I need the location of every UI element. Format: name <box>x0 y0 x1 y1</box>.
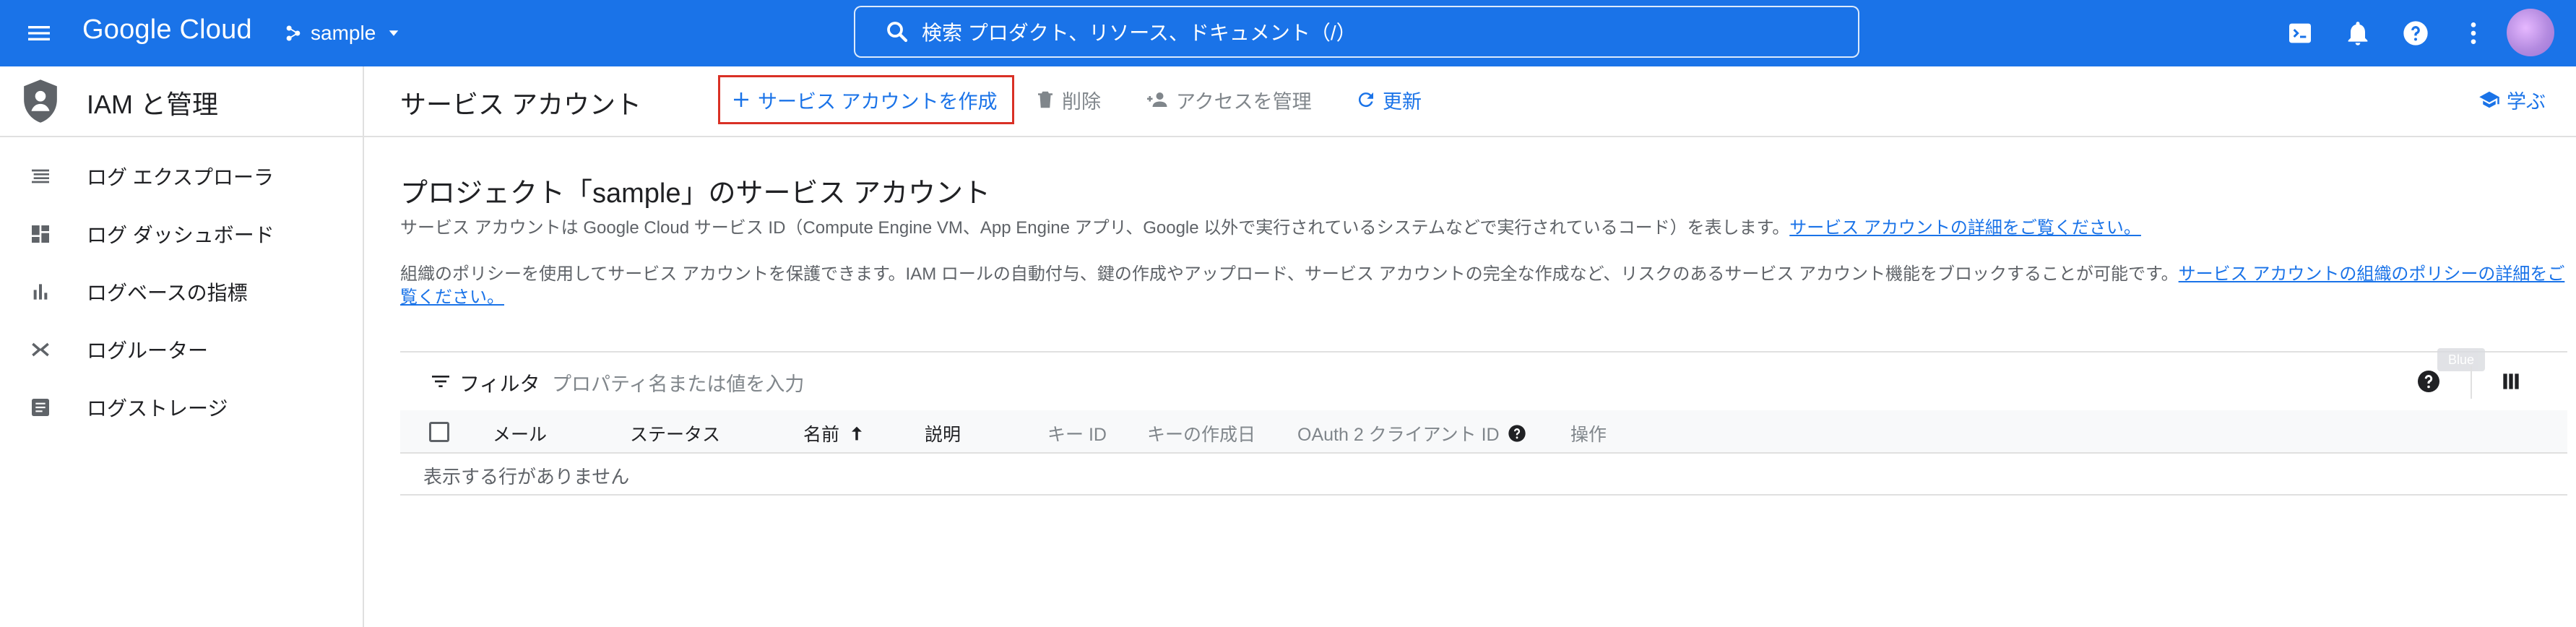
help-icon[interactable] <box>2401 19 2430 48</box>
sidebar-item-label: ログ エクスプローラ <box>87 166 274 189</box>
sidebar-item-label: ログルーター <box>87 340 209 362</box>
column-oauth-client-id: OAuth 2 クライアント ID <box>1297 420 1527 446</box>
sidebar-header: IAM と管理 <box>0 66 363 137</box>
refresh-icon <box>1358 92 1373 108</box>
router-icon <box>32 342 49 357</box>
project-selector[interactable]: sample <box>283 19 405 48</box>
refresh-label: 更新 <box>1383 90 1422 113</box>
create-label: サービス アカウントを作成 <box>758 90 998 113</box>
service-account-details-link[interactable]: サービス アカウントの詳細をご覧ください。 <box>1789 218 2141 238</box>
sidebar-item-label: ログベースの指標 <box>87 282 248 304</box>
column-key-id: キー ID <box>1047 425 1107 445</box>
description-1-text: サービス アカウントは Google Cloud サービス ID（Compute… <box>400 218 1790 238</box>
help-icon[interactable] <box>1507 423 1527 444</box>
filter-input[interactable]: プロパティ名または値を入力 <box>552 368 804 397</box>
project-icon <box>286 25 301 41</box>
search-icon <box>887 22 908 43</box>
page-header: サービス アカウント サービス アカウントを作成 削除 アクセスを管理 更新 学… <box>364 66 2576 137</box>
filter-label: フィルタ <box>459 373 540 395</box>
sidebar-item-label: ログストレージ <box>87 397 228 420</box>
list-icon <box>32 169 49 183</box>
sidebar: IAM と管理 ログ エクスプローラ ログ ダッシュボード ログベースの指標 ロ… <box>0 66 364 627</box>
top-bar: Google Cloud sample 検索 プロダクト、リソース、ドキュメント… <box>0 0 2576 66</box>
sidebar-item-log-dashboard[interactable]: ログ ダッシュボード <box>0 208 361 260</box>
learn-label: 学ぶ <box>2507 90 2546 113</box>
column-actions: 操作 <box>1570 425 1607 445</box>
select-all-checkbox[interactable] <box>429 422 449 442</box>
filter-icon[interactable] <box>429 370 452 393</box>
tooltip: Blue <box>2437 348 2485 371</box>
column-status[interactable]: ステータス <box>630 420 720 446</box>
column-description[interactable]: 説明 <box>925 420 961 446</box>
table-header: メール ステータス 名前 説明 キー ID キーの作成日 OAuth 2 クライ… <box>400 410 2567 454</box>
chevron-down-icon <box>389 30 399 36</box>
sidebar-item-log-explorer[interactable]: ログ エクスプローラ <box>0 150 361 202</box>
column-email[interactable]: メール <box>493 420 547 446</box>
more-vert-icon[interactable] <box>2459 19 2488 48</box>
section-title: プロジェクト「sample」のサービス アカウント <box>400 178 991 209</box>
description-2-text: 組織のポリシーを使用してサービス アカウントを保護できます。IAM ロールの自動… <box>400 264 2179 284</box>
delete-label: 削除 <box>1062 90 1101 113</box>
cloud-shell-icon[interactable] <box>2286 19 2314 48</box>
project-name: sample <box>311 22 376 44</box>
service-accounts-table: フィルタ プロパティ名または値を入力 Blue メール ステータス 名前 説明 … <box>400 348 2567 496</box>
shield-icon <box>24 79 57 123</box>
trash-icon <box>1038 91 1053 108</box>
manage-access-button[interactable]: アクセスを管理 <box>1146 75 1312 124</box>
sidebar-item-log-storage[interactable]: ログストレージ <box>0 381 361 433</box>
refresh-button[interactable]: 更新 <box>1355 75 1422 124</box>
description-1: サービス アカウントは Google Cloud サービス ID（Compute… <box>400 217 2567 240</box>
bar-chart-icon <box>33 284 48 300</box>
filter-bar: フィルタ プロパティ名または値を入力 Blue <box>400 348 2567 412</box>
learn-button[interactable]: 学ぶ <box>2478 75 2546 124</box>
empty-message: 表示する行がありません <box>423 466 630 488</box>
sidebar-item-label: ログ ダッシュボード <box>87 224 275 246</box>
column-oauth-label: OAuth 2 クライアント ID <box>1297 425 1500 445</box>
dashboard-icon <box>32 225 49 243</box>
page-title: サービス アカウント <box>400 90 642 119</box>
person-add-icon <box>1147 92 1167 107</box>
create-service-account-button[interactable]: サービス アカウントを作成 <box>718 75 1014 124</box>
add-icon <box>734 92 748 107</box>
manage-access-label: アクセスを管理 <box>1176 90 1312 113</box>
menu-icon[interactable] <box>25 19 53 48</box>
sort-ascending-icon <box>852 426 863 441</box>
divider <box>2471 366 2472 399</box>
sidebar-title: IAM と管理 <box>87 90 219 119</box>
notifications-icon[interactable] <box>2343 19 2372 48</box>
description-2: 組織のポリシーを使用してサービス アカウントを保護できます。IAM ロールの自動… <box>400 263 2567 309</box>
storage-icon <box>32 399 49 416</box>
column-key-created: キーの作成日 <box>1147 425 1256 445</box>
school-icon <box>2479 91 2499 108</box>
main-content: プロジェクト「sample」のサービス アカウント サービス アカウントは Go… <box>364 137 2576 627</box>
search-placeholder: 検索 プロダクト、リソース、ドキュメント（/） <box>922 22 1357 44</box>
column-name-label: 名前 <box>803 425 840 445</box>
column-name[interactable]: 名前 <box>803 420 867 446</box>
sidebar-item-log-router[interactable]: ログルーター <box>0 324 361 376</box>
avatar[interactable] <box>2507 9 2554 56</box>
table-row: 表示する行がありません <box>400 454 2567 496</box>
column-display-icon[interactable] <box>2499 370 2523 393</box>
delete-button[interactable]: 削除 <box>1034 75 1101 124</box>
search-input[interactable]: 検索 プロダクト、リソース、ドキュメント（/） <box>854 6 1859 58</box>
help-icon[interactable] <box>2416 368 2442 394</box>
google-cloud-logo[interactable]: Google Cloud <box>82 14 252 46</box>
sidebar-item-log-metrics[interactable]: ログベースの指標 <box>0 266 361 318</box>
